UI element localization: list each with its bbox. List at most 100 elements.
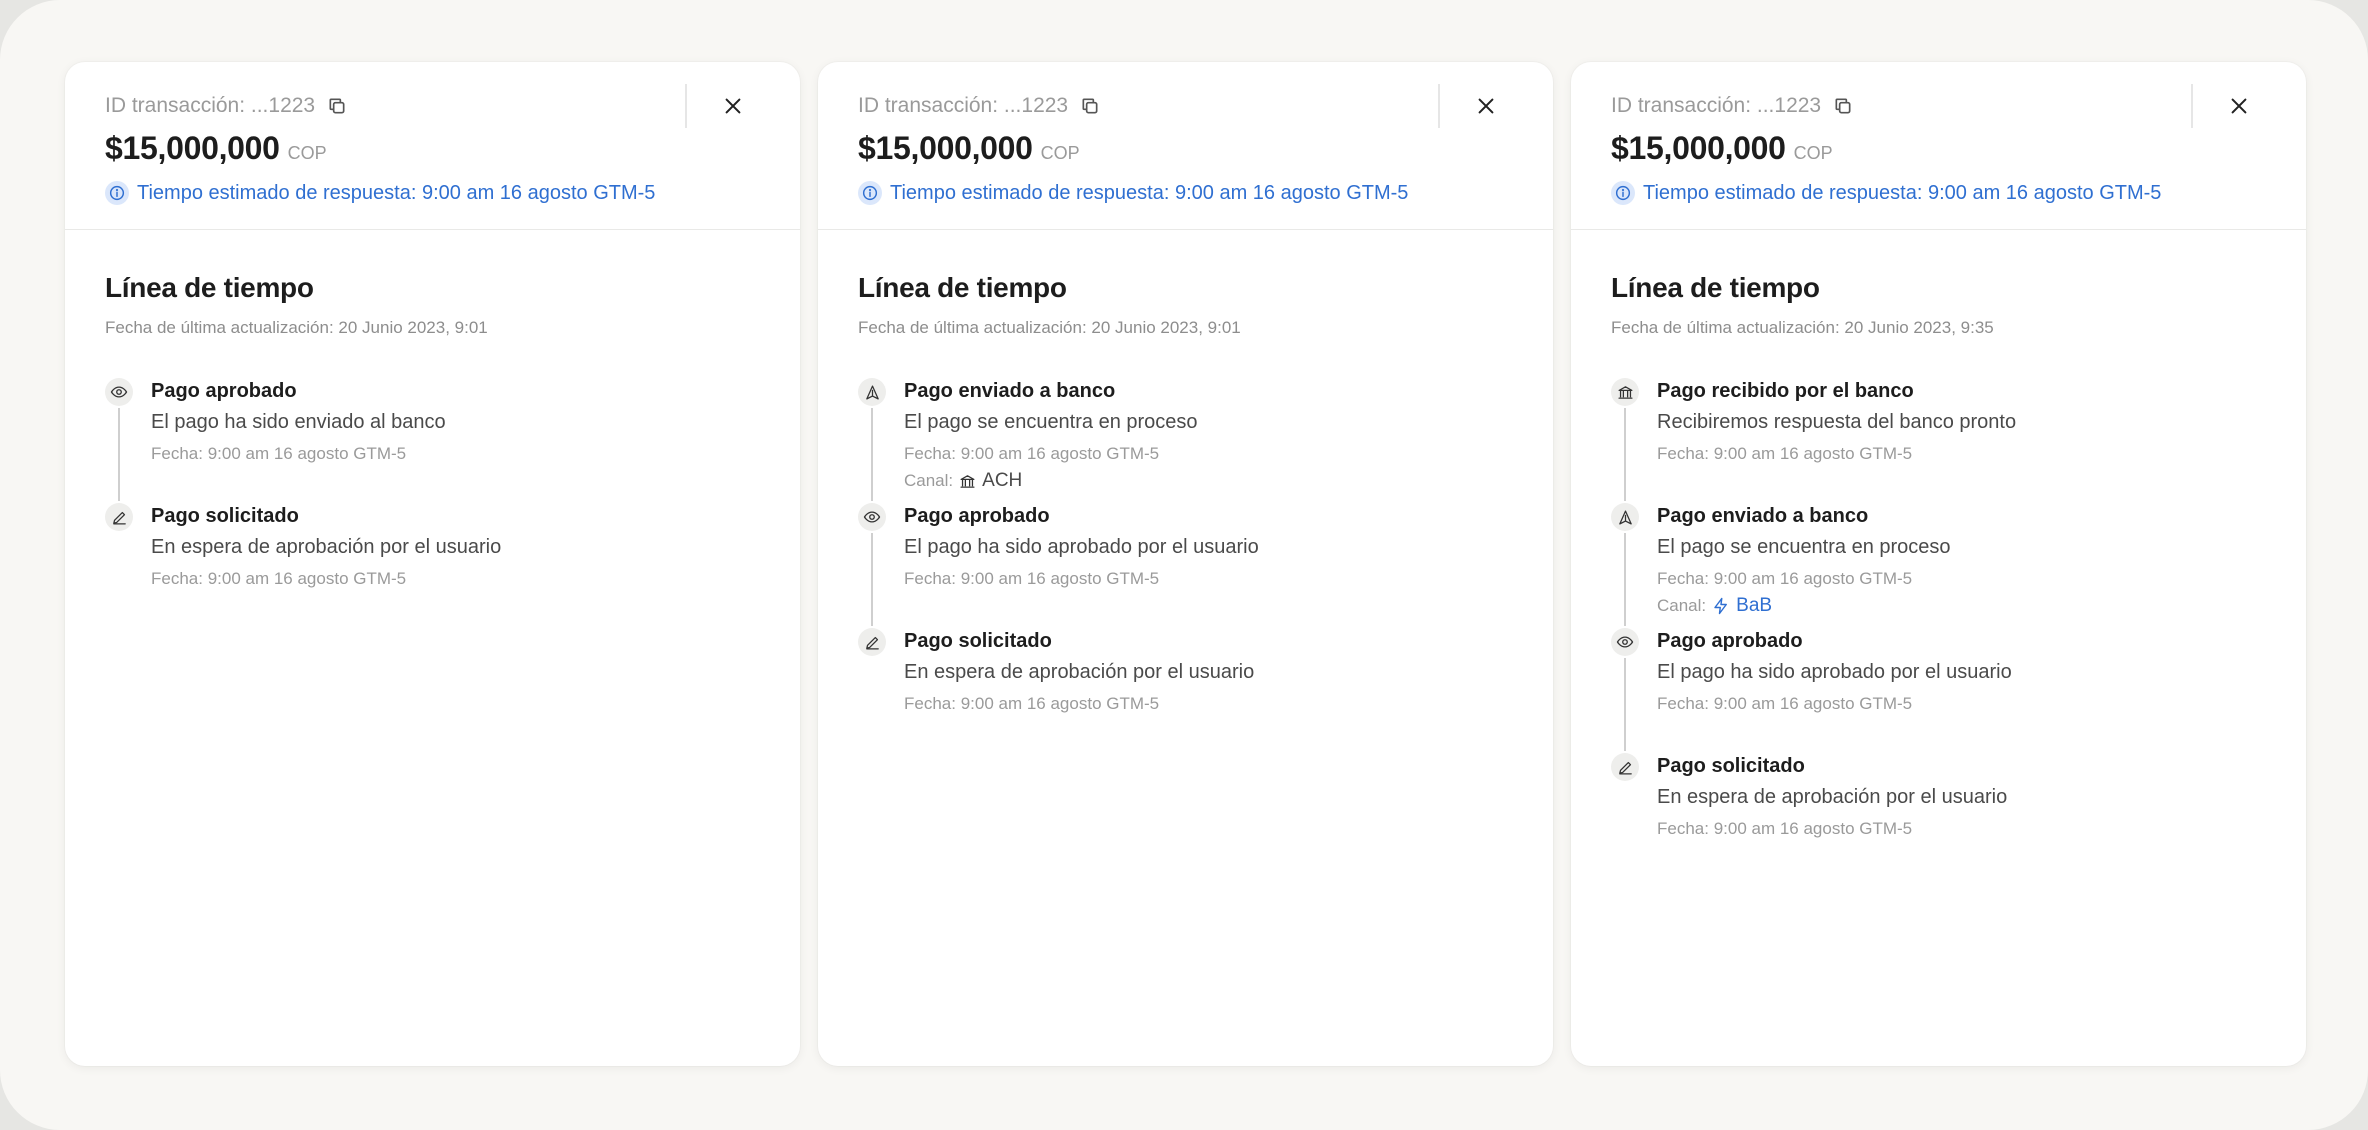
amount-row: $15,000,000 COP: [105, 130, 327, 174]
event-date: Fecha: 9:00 am 16 agosto GTM-5: [904, 569, 1160, 588]
event-title: Pago enviado a banco: [1657, 505, 1869, 527]
header-divider: [685, 84, 687, 128]
timeline-title: Línea de tiempo: [1611, 272, 1820, 303]
timeline-event: Pago enviado a banco El pago se encuentra…: [1611, 503, 2261, 628]
timeline-event: Pago solicitado En espera de aprobación p…: [1611, 753, 2261, 878]
transaction-id-row: ID transacción: ...1223: [105, 90, 347, 122]
event-title: Pago solicitado: [1657, 755, 1805, 777]
event-date: Fecha: 9:00 am 16 agosto GTM-5: [1657, 569, 1913, 588]
eta-notice: Tiempo estimado de respuesta: 9:00 am 16…: [858, 178, 1408, 208]
timeline-connector: [118, 408, 120, 501]
lightning-icon: [1712, 597, 1730, 615]
transaction-panel: ID transacción: ...1223 $15,000,000 COP Tie…: [65, 62, 800, 1066]
eta-notice: Tiempo estimado de respuesta: 9:00 am 16…: [105, 178, 655, 208]
eye-icon: [858, 503, 886, 531]
transaction-panel: ID transacción: ...1223 $15,000,000 COP Tie…: [1571, 62, 2306, 1066]
event-title: Pago aprobado: [904, 505, 1050, 527]
timeline-event: Pago recibido por el banco Recibiremos re…: [1611, 378, 2261, 503]
event-description: El pago ha sido enviado al banco: [151, 411, 446, 433]
amount: $15,000,000: [105, 130, 280, 166]
bank-icon: [1611, 378, 1639, 406]
timeline-connector: [1624, 408, 1626, 501]
event-date: Fecha: 9:00 am 16 agosto GTM-5: [904, 444, 1160, 463]
last-updated: Fecha de última actualización: 20 Junio …: [1611, 318, 1994, 337]
amount-row: $15,000,000 COP: [858, 130, 1080, 174]
timeline-connector: [871, 408, 873, 501]
channel-label: Canal:: [904, 471, 954, 490]
event-date: Fecha: 9:00 am 16 agosto GTM-5: [904, 694, 1160, 713]
eta-text: Tiempo estimado de respuesta: 9:00 am 16…: [1643, 181, 2162, 204]
event-description: El pago ha sido aprobado por el usuario: [904, 536, 1259, 558]
event-description: El pago se encuentra en proceso: [1657, 536, 1951, 558]
event-title: Pago solicitado: [904, 630, 1052, 652]
amount: $15,000,000: [1611, 130, 1786, 166]
close-icon: [1475, 95, 1497, 117]
header-divider: [1438, 84, 1440, 128]
header-divider: [2191, 84, 2193, 128]
event-title: Pago recibido por el banco: [1657, 380, 1914, 402]
transaction-id-label: ID transacción: ...1223: [105, 94, 316, 117]
info-icon: [105, 181, 129, 205]
transaction-panel: ID transacción: ...1223 $15,000,000 COP Tie…: [818, 62, 1553, 1066]
close-icon: [722, 95, 744, 117]
transaction-id-row: ID transacción: ...1223: [1611, 90, 1853, 122]
channel-name: BaB: [1736, 595, 1773, 616]
send-icon: [1611, 503, 1639, 531]
close-button[interactable]: [1466, 86, 1506, 126]
event-channel: Canal: BaB: [1657, 595, 1772, 617]
eye-icon: [1611, 628, 1639, 656]
event-description: En espera de aprobación por el usuario: [1657, 786, 2008, 808]
amount: $15,000,000: [858, 130, 1033, 166]
close-icon: [2228, 95, 2250, 117]
close-button[interactable]: [2219, 86, 2259, 126]
copy-icon[interactable]: [1833, 96, 1853, 116]
currency: COP: [1040, 143, 1080, 163]
event-date: Fecha: 9:00 am 16 agosto GTM-5: [151, 444, 407, 463]
bank-icon: [959, 473, 976, 490]
currency: COP: [1793, 143, 1833, 163]
timeline-connector: [1624, 658, 1626, 751]
timeline-event: Pago solicitado En espera de aprobación p…: [105, 503, 755, 628]
event-description: El pago ha sido aprobado por el usuario: [1657, 661, 2012, 683]
panel-header: ID transacción: ...1223 $15,000,000 COP Tie…: [1571, 62, 2306, 230]
last-updated: Fecha de última actualización: 20 Junio …: [858, 318, 1241, 337]
timeline-event: Pago enviado a banco El pago se encuentra…: [858, 378, 1508, 503]
event-title: Pago solicitado: [151, 505, 299, 527]
timeline-title: Línea de tiempo: [105, 272, 314, 303]
eye-icon: [105, 378, 133, 406]
timeline-event: Pago solicitado En espera de aprobación p…: [858, 628, 1508, 753]
currency: COP: [287, 143, 327, 163]
timeline-event: Pago aprobado El pago ha sido aprobado po…: [1611, 628, 2261, 753]
transaction-id-label: ID transacción: ...1223: [858, 94, 1069, 117]
info-icon: [858, 181, 882, 205]
event-title: Pago aprobado: [1657, 630, 1803, 652]
timeline-event: Pago aprobado El pago ha sido aprobado po…: [858, 503, 1508, 628]
pen-icon: [105, 503, 133, 531]
last-updated: Fecha de última actualización: 20 Junio …: [105, 318, 488, 337]
copy-icon[interactable]: [327, 96, 347, 116]
panel-header: ID transacción: ...1223 $15,000,000 COP Tie…: [65, 62, 800, 230]
transaction-id-row: ID transacción: ...1223: [858, 90, 1100, 122]
info-icon: [1611, 181, 1635, 205]
event-description: En espera de aprobación por el usuario: [151, 536, 502, 558]
event-title: Pago aprobado: [151, 380, 297, 402]
pen-icon: [858, 628, 886, 656]
copy-icon[interactable]: [1080, 96, 1100, 116]
event-title: Pago enviado a banco: [904, 380, 1116, 402]
event-date: Fecha: 9:00 am 16 agosto GTM-5: [151, 569, 407, 588]
close-button[interactable]: [713, 86, 753, 126]
event-date: Fecha: 9:00 am 16 agosto GTM-5: [1657, 444, 1913, 463]
event-description: El pago se encuentra en proceso: [904, 411, 1198, 433]
pen-icon: [1611, 753, 1639, 781]
panel-header: ID transacción: ...1223 $15,000,000 COP Tie…: [818, 62, 1553, 230]
event-date: Fecha: 9:00 am 16 agosto GTM-5: [1657, 694, 1913, 713]
eta-text: Tiempo estimado de respuesta: 9:00 am 16…: [137, 181, 656, 204]
event-description: Recibiremos respuesta del banco pronto: [1657, 411, 2017, 433]
channel-label: Canal:: [1657, 596, 1707, 615]
timeline-connector: [871, 533, 873, 626]
transaction-id-label: ID transacción: ...1223: [1611, 94, 1822, 117]
eta-notice: Tiempo estimado de respuesta: 9:00 am 16…: [1611, 178, 2161, 208]
eta-text: Tiempo estimado de respuesta: 9:00 am 16…: [890, 181, 1409, 204]
timeline-title: Línea de tiempo: [858, 272, 1067, 303]
channel-name: ACH: [982, 470, 1023, 491]
